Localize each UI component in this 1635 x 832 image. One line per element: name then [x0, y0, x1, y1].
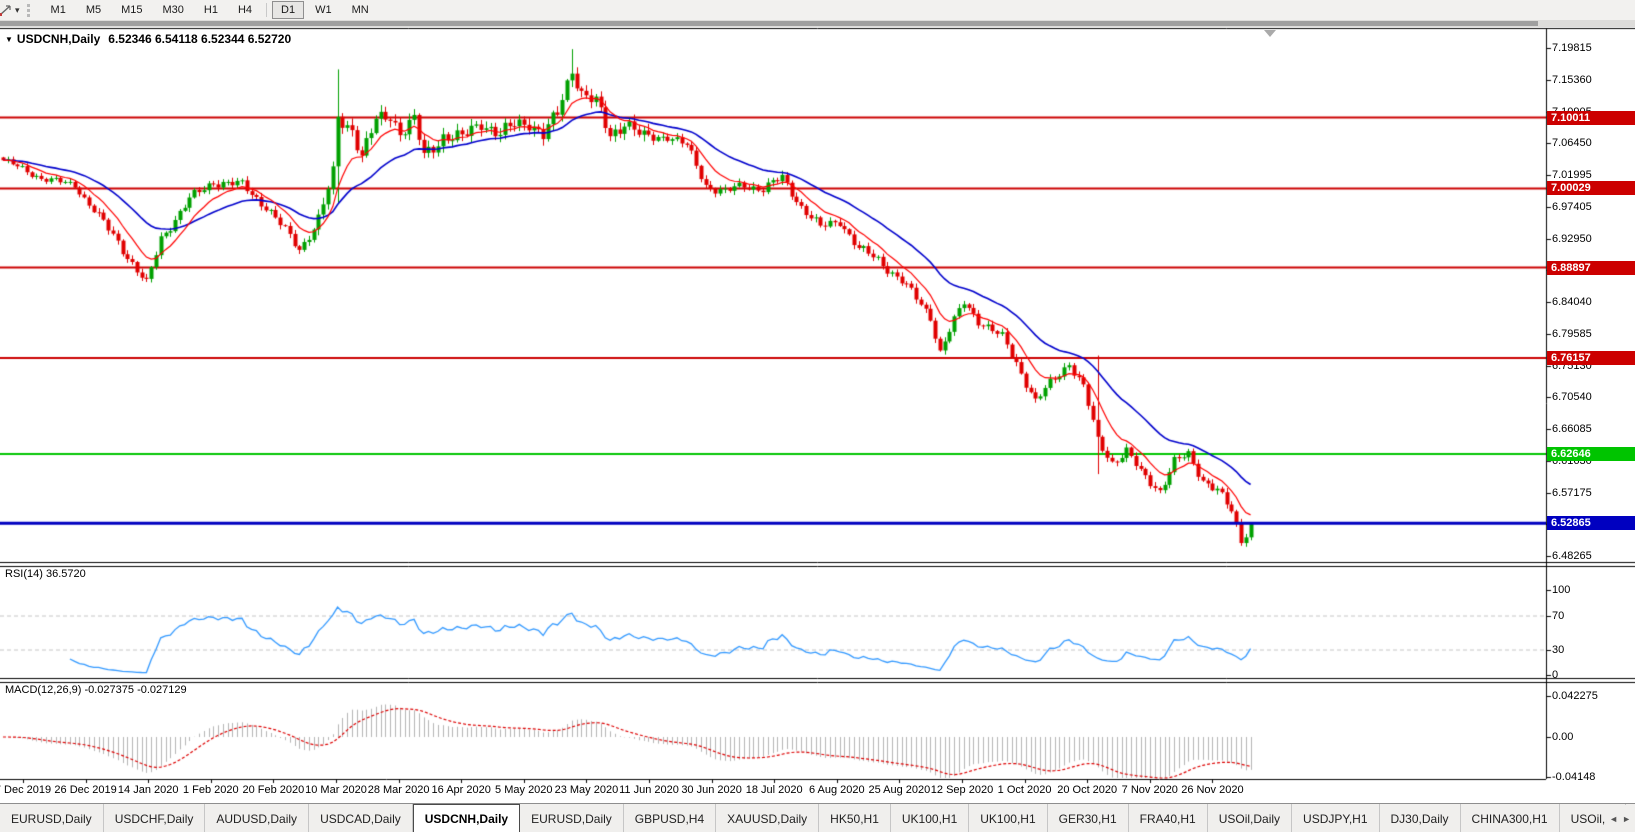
- chart-tab-15[interactable]: DJ30,Daily: [1380, 804, 1461, 832]
- chart-ohlc-values: 6.52346 6.54118 6.52344 6.52720: [108, 32, 291, 46]
- axis-tick-label: 14 Jan 2020: [118, 784, 179, 796]
- timeframe-button-mn[interactable]: MN: [343, 1, 378, 19]
- chart-tab-6[interactable]: GBPUSD,H4: [624, 804, 716, 832]
- scrollbar-thumb[interactable]: [0, 21, 1538, 26]
- timeframe-toolbar: ▾ M1M5M15M30H1H4 D1W1MN: [0, 0, 1635, 20]
- macd-label: MACD(12,26,9) -0.027375 -0.027129: [5, 684, 187, 696]
- axis-tick-label: 18 Jul 2020: [746, 784, 803, 796]
- axis-tick-label: -0.04148: [1552, 771, 1595, 783]
- chart-tab-5[interactable]: EURUSD,Daily: [520, 804, 624, 832]
- axis-tick-label: 0.00: [1552, 731, 1573, 743]
- chart-tab-7[interactable]: XAUUSD,Daily: [716, 804, 819, 832]
- chart-tab-10[interactable]: UK100,H1: [969, 804, 1047, 832]
- axis-tick-label: 20 Oct 2020: [1057, 784, 1117, 796]
- timeframe-button-w1[interactable]: W1: [306, 1, 341, 19]
- tab-strip: EURUSD,DailyUSDCHF,DailyAUDUSD,DailyUSDC…: [0, 804, 1626, 832]
- tab-scroll-right-icon[interactable]: ►: [1622, 814, 1631, 824]
- price-line-tag: 6.76157: [1547, 351, 1635, 365]
- axis-tick-label: 28 Mar 2020: [368, 784, 430, 796]
- axis-tick-label: 6.79585: [1552, 328, 1592, 340]
- price-line-tag: 6.88897: [1547, 261, 1635, 275]
- toolbar-grip[interactable]: [27, 4, 34, 17]
- chart-window: ▼ USDCNH,Daily 6.52346 6.54118 6.52344 6.5…: [0, 27, 1635, 803]
- chart-tab-0[interactable]: EURUSD,Daily: [0, 804, 104, 832]
- axis-tick-label: 12 Sep 2020: [931, 784, 993, 796]
- axis-tick-label: 100: [1552, 584, 1570, 596]
- timeframe-button-m1[interactable]: M1: [42, 1, 75, 19]
- chart-title: ▼ USDCNH,Daily 6.52346 6.54118 6.52344 6.5…: [5, 32, 291, 46]
- price-chart-canvas[interactable]: [0, 27, 1635, 803]
- chart-tab-3[interactable]: USDCAD,Daily: [309, 804, 413, 832]
- axis-tick-label: 7.15360: [1552, 74, 1592, 86]
- tab-scroll-left-icon[interactable]: ◄: [1609, 814, 1618, 824]
- chart-tab-11[interactable]: GER30,H1: [1048, 804, 1129, 832]
- chart-tab-13[interactable]: USOil,Daily: [1208, 804, 1292, 832]
- price-line-tag: 7.00029: [1547, 181, 1635, 195]
- axis-tick-label: 6.84040: [1552, 296, 1592, 308]
- axis-tick-label: 10 Mar 2020: [305, 784, 367, 796]
- axis-tick-label: 26 Nov 2020: [1181, 784, 1243, 796]
- axis-tick-label: 7 Dec 2019: [0, 784, 51, 796]
- dropdown-caret-icon[interactable]: ▾: [14, 5, 24, 16]
- axis-tick-label: 7.06450: [1552, 137, 1592, 149]
- chart-tab-8[interactable]: HK50,H1: [819, 804, 891, 832]
- axis-tick-label: 26 Dec 2019: [54, 784, 116, 796]
- axis-tick-label: 6.66085: [1552, 423, 1592, 435]
- chart-tab-4[interactable]: USDCNH,Daily: [413, 804, 520, 832]
- axis-tick-label: 5 May 2020: [495, 784, 552, 796]
- axis-tick-label: 6 Aug 2020: [809, 784, 865, 796]
- chart-shift-marker-icon[interactable]: [1264, 30, 1276, 37]
- rsi-label: RSI(14) 36.5720: [5, 568, 86, 580]
- axis-tick-label: 6.92950: [1552, 233, 1592, 245]
- axis-tick-label: 20 Feb 2020: [243, 784, 305, 796]
- price-line-tag: 6.62646: [1547, 447, 1635, 461]
- axis-tick-label: 7.19815: [1552, 42, 1592, 54]
- chart-tab-2[interactable]: AUDUSD,Daily: [205, 804, 309, 832]
- axis-tick-label: 16 Apr 2020: [432, 784, 491, 796]
- axis-tick-label: 7.01995: [1552, 169, 1592, 181]
- price-line-tag: 7.10011: [1547, 111, 1635, 125]
- chart-tab-bar: EURUSD,DailyUSDCHF,DailyAUDUSD,DailyUSDC…: [0, 803, 1635, 832]
- timeframe-buttons: M1M5M15M30H1H4 D1W1MN: [41, 1, 379, 19]
- chart-tab-14[interactable]: USDJPY,H1: [1292, 804, 1379, 832]
- chart-horizontal-scrollbar[interactable]: [0, 20, 1635, 27]
- axis-tick-label: 30 Jun 2020: [681, 784, 742, 796]
- timeframe-button-h4[interactable]: H4: [229, 1, 261, 19]
- price-line-tag: 6.52865: [1547, 516, 1635, 530]
- axis-tick-label: 7 Nov 2020: [1122, 784, 1178, 796]
- collapse-triangle-icon[interactable]: ▼: [5, 35, 13, 44]
- panel-divider-rsi[interactable]: [0, 560, 1635, 565]
- axis-tick-label: 0.042275: [1552, 690, 1598, 702]
- timeframe-button-d1[interactable]: D1: [272, 1, 304, 19]
- axis-tick-label: 23 May 2020: [555, 784, 619, 796]
- timeframe-button-m30[interactable]: M30: [154, 1, 193, 19]
- timeframe-button-m15[interactable]: M15: [112, 1, 151, 19]
- app-root: ▾ M1M5M15M30H1H4 D1W1MN ▼ USDCNH,Daily 6.52…: [0, 0, 1635, 832]
- axis-tick-label: 6.70540: [1552, 391, 1592, 403]
- chart-symbol-label: USDCNH,Daily: [17, 32, 100, 46]
- axis-tick-label: 6.57175: [1552, 487, 1592, 499]
- chart-tab-12[interactable]: FRA40,H1: [1129, 804, 1208, 832]
- panel-divider-macd[interactable]: [0, 676, 1635, 681]
- toolbar-separator: [266, 3, 267, 17]
- cursor-tool-icon[interactable]: [0, 4, 14, 17]
- chart-tab-9[interactable]: UK100,H1: [891, 804, 969, 832]
- timeframe-button-m5[interactable]: M5: [77, 1, 110, 19]
- axis-tick-label: 70: [1552, 610, 1564, 622]
- axis-tick-label: 25 Aug 2020: [868, 784, 930, 796]
- chart-tab-1[interactable]: USDCHF,Daily: [104, 804, 206, 832]
- axis-tick-label: 1 Oct 2020: [998, 784, 1052, 796]
- chart-tab-16[interactable]: CHINA300,H1: [1461, 804, 1560, 832]
- axis-tick-label: 30: [1552, 644, 1564, 656]
- axis-tick-label: 1 Feb 2020: [183, 784, 239, 796]
- axis-tick-label: 11 Jun 2020: [619, 784, 679, 796]
- axis-tick-label: 6.97405: [1552, 201, 1592, 213]
- timeframe-button-h1[interactable]: H1: [195, 1, 227, 19]
- tab-scroll-buttons: ◄ ►: [1605, 805, 1635, 832]
